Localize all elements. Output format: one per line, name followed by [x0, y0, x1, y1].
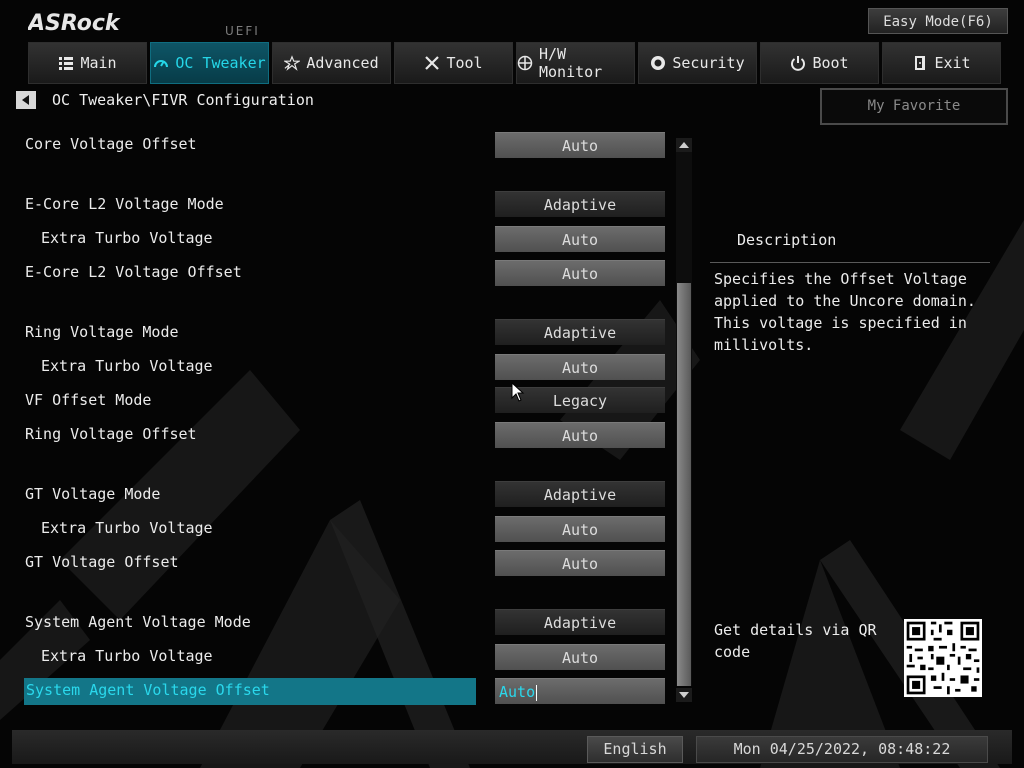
setting-label: Extra Turbo Voltage	[41, 229, 213, 247]
setting-value-input[interactable]: Auto	[495, 678, 665, 704]
power-icon	[790, 55, 806, 71]
easy-mode-button[interactable]: Easy Mode(F6)	[868, 8, 1008, 34]
setting-label: GT Voltage Offset	[25, 553, 179, 571]
asrock-logo: ASRock	[28, 11, 121, 36]
my-favorite-button[interactable]: My Favorite	[820, 88, 1008, 125]
setting-value[interactable]: Adaptive	[495, 609, 665, 635]
setting-label: E-Core L2 Voltage Mode	[25, 195, 224, 213]
svg-text:ASRock: ASRock	[28, 11, 121, 36]
arrow-down-icon	[679, 692, 689, 698]
setting-value[interactable]: Adaptive	[495, 319, 665, 345]
setting-value[interactable]: Adaptive	[495, 481, 665, 507]
setting-label: Ring Voltage Offset	[25, 425, 197, 443]
tab-boot[interactable]: Boot	[760, 42, 879, 84]
setting-value[interactable]: Auto	[495, 644, 665, 670]
breadcrumb: OC Tweaker\FIVR Configuration	[52, 91, 314, 109]
scroll-down-button[interactable]	[676, 688, 692, 702]
qr-caption: Get details via QR code	[714, 621, 877, 661]
tab-label: Exit	[934, 54, 971, 72]
uefi-label: UEFI	[225, 24, 260, 38]
setting-value[interactable]: Auto	[495, 260, 665, 286]
scrollbar-thumb[interactable]	[677, 283, 691, 686]
setting-label: GT Voltage Mode	[25, 485, 161, 503]
arrow-up-icon	[679, 142, 689, 148]
setting-label: VF Offset Mode	[25, 391, 152, 409]
setting-label: Extra Turbo Voltage	[41, 357, 213, 375]
setting-label: System Agent Voltage Mode	[25, 613, 251, 631]
description-divider	[710, 262, 990, 263]
tools-icon	[424, 55, 440, 71]
tab-label: Tool	[446, 54, 483, 72]
datetime-display: Mon 04/25/2022, 08:48:22	[696, 736, 988, 763]
text-caret	[536, 684, 538, 701]
tab-label: Boot	[812, 54, 849, 72]
tab-label: Security	[672, 54, 745, 72]
main-tab-bar: Main OC Tweaker Advanced Tool H/W Monito…	[28, 42, 1001, 84]
setting-value[interactable]: Auto	[495, 132, 665, 158]
tab-oc-tweaker[interactable]: OC Tweaker	[150, 42, 269, 84]
mouse-cursor-icon	[511, 382, 525, 402]
setting-label: Core Voltage Offset	[25, 135, 197, 153]
gauge-icon	[153, 55, 169, 71]
list-icon	[58, 55, 74, 71]
tab-label: Main	[80, 54, 117, 72]
setting-value[interactable]: Auto	[495, 422, 665, 448]
description-text: Specifies the Offset Voltage applied to …	[714, 270, 976, 354]
setting-value[interactable]: Auto	[495, 516, 665, 542]
shield-icon	[650, 55, 666, 71]
setting-label: Ring Voltage Mode	[25, 323, 179, 341]
setting-value[interactable]: Auto	[495, 226, 665, 252]
setting-value[interactable]: Adaptive	[495, 191, 665, 217]
setting-label: Extra Turbo Voltage	[41, 647, 213, 665]
tab-security[interactable]: Security	[638, 42, 757, 84]
monitor-icon	[517, 55, 533, 71]
tab-tool[interactable]: Tool	[394, 42, 513, 84]
setting-label: E-Core L2 Voltage Offset	[25, 263, 242, 281]
setting-value[interactable]: Auto	[495, 354, 665, 380]
qr-code	[904, 619, 982, 697]
back-button[interactable]	[16, 91, 36, 109]
tab-hw-monitor[interactable]: H/W Monitor	[516, 42, 635, 84]
exit-icon	[912, 55, 928, 71]
tab-exit[interactable]: Exit	[882, 42, 1001, 84]
star-icon	[284, 55, 301, 71]
language-button[interactable]: English	[587, 736, 683, 763]
setting-label: Extra Turbo Voltage	[41, 519, 213, 537]
scroll-up-button[interactable]	[676, 138, 692, 152]
description-title: Description	[737, 231, 837, 249]
tab-label: H/W Monitor	[539, 45, 603, 81]
setting-label-selected: System Agent Voltage Offset	[26, 681, 270, 699]
tab-advanced[interactable]: Advanced	[272, 42, 391, 84]
input-text: Auto	[499, 683, 536, 701]
setting-value[interactable]: Auto	[495, 550, 665, 576]
tab-label: Advanced	[306, 54, 379, 72]
tab-label: OC Tweaker	[175, 54, 266, 72]
tab-main[interactable]: Main	[28, 42, 147, 84]
back-arrow-icon	[22, 95, 29, 105]
